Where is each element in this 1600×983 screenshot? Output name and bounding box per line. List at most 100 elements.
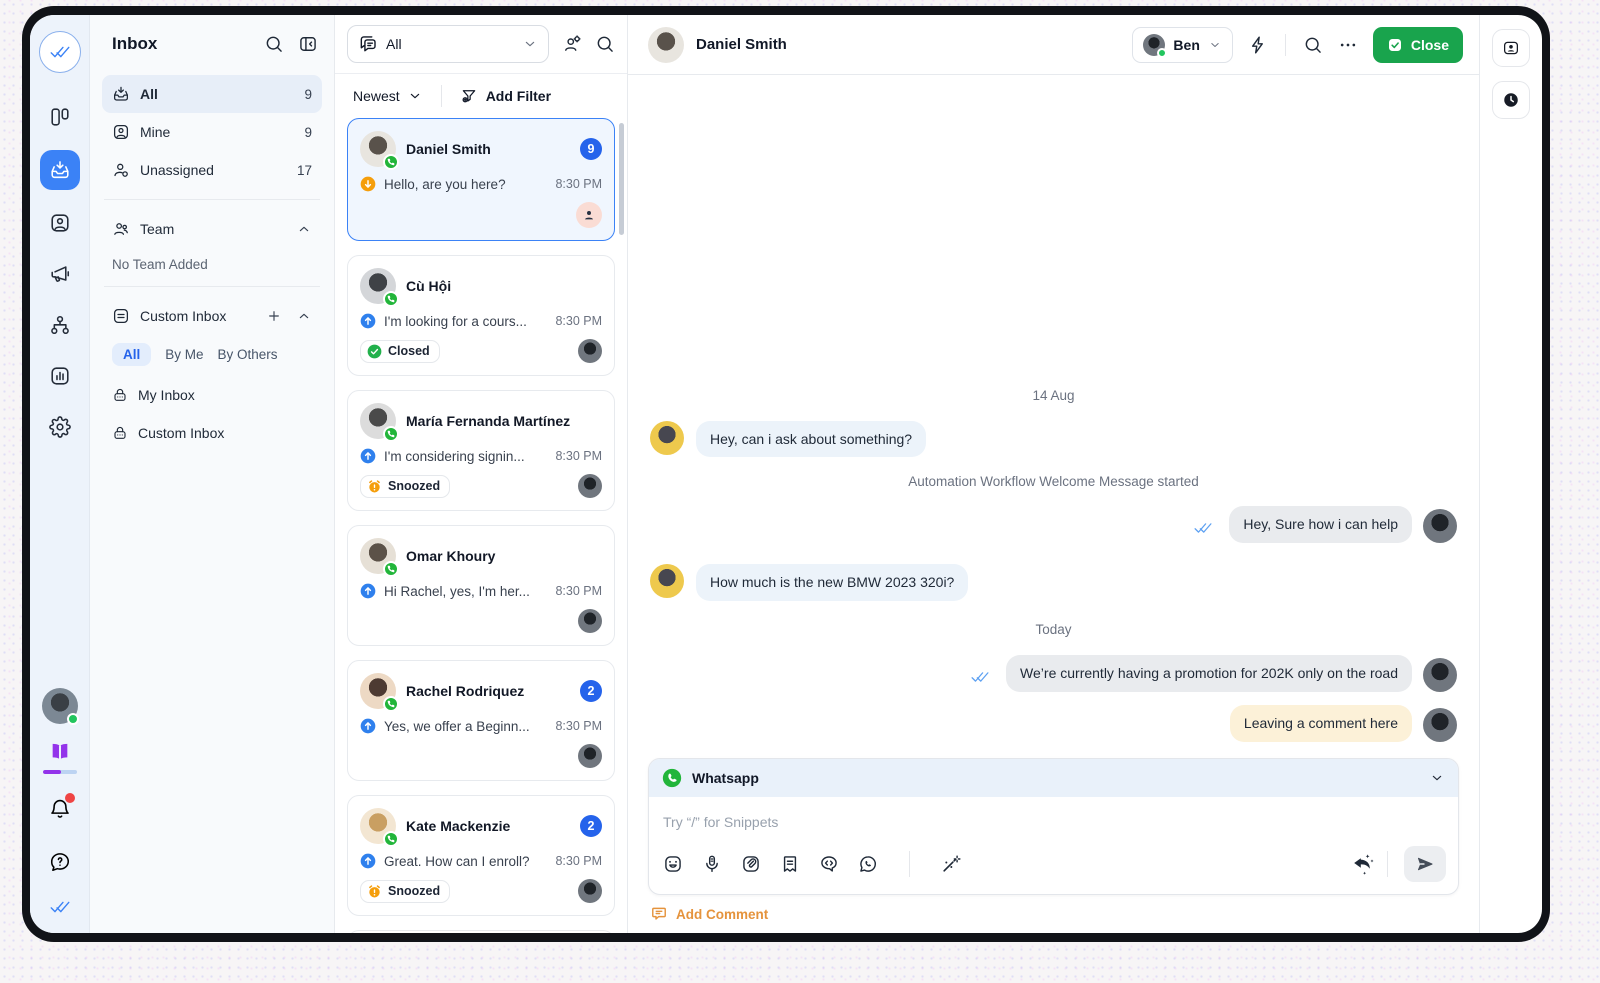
team-section-toggle[interactable]: Team [102,210,322,248]
ai-writer-button[interactable] [941,854,961,874]
person-unassigned-icon [112,161,130,179]
conversation-card-maria-fernanda[interactable]: María Fernanda Martínez I'm considering … [347,390,615,511]
person-gear-icon [562,34,582,54]
conversation-card-omar-khoury[interactable]: Omar Khoury Hi Rachel, yes, I'm her... 8… [347,525,615,646]
add-custom-inbox-icon[interactable] [266,308,282,324]
custom-inbox-label: Custom Inbox [140,308,227,324]
divider [1284,33,1286,56]
tab-by-me[interactable]: By Me [165,347,203,362]
tab-by-others[interactable]: By Others [218,347,278,362]
sort-selected-value: Newest [353,88,400,104]
incoming-message: How much is the new BMW 2023 320i? [650,564,1457,602]
assignee-selector[interactable]: Ben [1132,26,1233,63]
collapse-panel-icon [298,34,318,54]
message-preview: Great. How can I enroll? [384,853,530,869]
send-message-button[interactable] [1404,846,1446,882]
conversation-card-kate-mackenzie[interactable]: Kate Mackenzie 2 Great. How can I enroll… [347,795,615,916]
contact-details-button[interactable] [1492,29,1530,67]
comment-bubble-icon [650,905,668,923]
avatar [360,673,399,712]
conversation-history-button[interactable] [1492,81,1530,119]
divider [440,85,442,107]
message-bubble: Hey, can i ask about something? [696,420,927,458]
team-empty-note: No Team Added [112,257,208,272]
assignee-avatar [578,744,602,768]
agent-avatar [1423,708,1457,742]
snooze-clock-icon [367,479,382,494]
message-time: 8:30 PM [555,449,602,463]
team-section-label: Team [140,221,175,237]
custom-inbox-item-custom[interactable]: Custom Inbox [102,414,322,452]
onboarding-progress[interactable] [42,741,77,774]
app-logo[interactable] [38,31,81,73]
conversation-card-chung[interactable]: Cụ. Hàng Đoan Chung [347,930,615,933]
inbox-item-label: Unassigned [140,162,214,178]
custom-inbox-item-label: Custom Inbox [138,425,225,441]
divider [909,851,910,877]
conversation-card-daniel-smith[interactable]: Daniel Smith 9 Hello, are you here? 8:30… [347,118,615,241]
audio-recording-button[interactable] [702,854,722,874]
notification-dot [64,793,75,803]
contact-settings-button[interactable] [562,34,582,54]
custom-inbox-section-toggle[interactable]: Custom Inbox [102,297,322,335]
sort-dropdown[interactable]: Newest [353,88,423,104]
template-message-button[interactable] [819,854,839,874]
inbox-item-mine[interactable]: Mine 9 [102,113,322,151]
replied-arrow-icon [360,853,376,869]
check-square-icon [1387,37,1403,53]
conversation-card-cu-hoi[interactable]: Cù Hội I'm looking for a cours... 8:30 P… [347,255,615,376]
notifications-bell[interactable] [40,791,80,827]
sidebar-search-button[interactable] [264,34,284,54]
attachment-button[interactable] [741,854,761,874]
nav-contacts[interactable] [40,205,80,241]
more-options-button[interactable] [1338,35,1358,55]
nav-analytics[interactable] [40,358,80,394]
custom-inbox-icon [112,307,130,325]
inbox-item-label: All [140,86,158,102]
emoji-picker-button[interactable] [663,854,683,874]
contact-avatar [648,26,684,63]
collapse-panel-button[interactable] [298,34,318,54]
chevron-up-icon [296,221,312,237]
saved-replies-button[interactable] [780,854,800,874]
add-filter-button[interactable]: Add Filter [460,87,551,105]
inbox-item-unassigned[interactable]: Unassigned 17 [102,151,322,189]
channel-selector[interactable]: Whatsapp [649,759,1458,797]
conversation-card-rachel-rodriquez[interactable]: Rachel Rodriquez 2 Yes, we offer a Begin… [347,660,615,781]
nav-broadcast[interactable] [40,256,80,292]
replied-arrow-icon [360,313,376,329]
help-button[interactable] [40,844,80,880]
add-comment-button[interactable]: Add Comment [648,895,770,929]
snippet-icon [780,854,800,874]
whatsapp-interactive-button[interactable] [858,854,878,874]
nav-inbox[interactable] [39,150,80,190]
quick-actions-button[interactable] [1248,35,1268,55]
nav-dashboard[interactable] [40,99,80,135]
page-title: Inbox [112,34,158,53]
search-conversation-button[interactable] [1303,35,1323,55]
book-icon [49,741,71,763]
microphone-icon [702,854,722,874]
lock-icon [112,387,128,403]
nav-workflows[interactable] [40,307,80,343]
clock-icon [1502,91,1520,109]
message-input[interactable] [649,797,1458,842]
list-search-button[interactable] [595,34,615,54]
tab-all[interactable]: All [112,343,152,366]
inbox-item-all[interactable]: All 9 [102,75,322,113]
inbox-item-count: 17 [296,162,312,178]
custom-inbox-item-my-inbox[interactable]: My Inbox [102,376,322,414]
nav-settings[interactable] [40,409,80,445]
lock-icon [112,425,128,441]
avatar [360,403,399,442]
close-conversation-button[interactable]: Close [1372,26,1463,63]
message-bubble: We’re currently having a promotion for 2… [1006,655,1412,693]
status-chip-snoozed: Snoozed [360,879,451,903]
user-avatar[interactable] [41,688,79,725]
scrollbar-thumb[interactable] [619,123,624,235]
conversation-name: Omar Khoury [406,548,496,564]
whatsapp-icon [662,768,682,788]
ai-suggest-reply-button[interactable] [1351,852,1375,876]
conversation-filter-dropdown[interactable]: All [347,25,549,63]
code-bubble-icon [819,854,839,874]
